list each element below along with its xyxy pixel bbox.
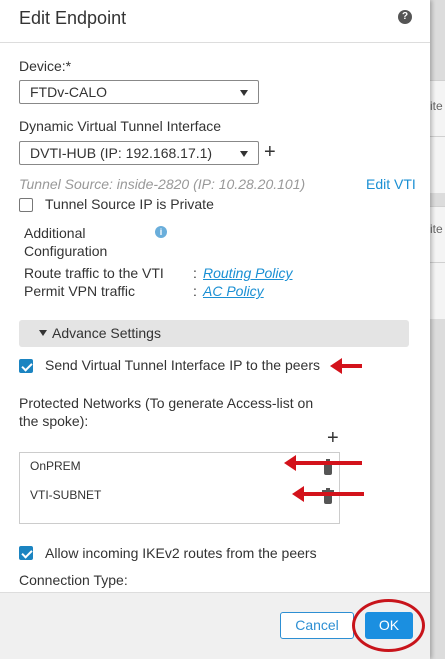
background-row [430,136,445,193]
dvti-select-value: DVTI-HUB (IP: 192.168.17.1) [30,145,213,161]
allow-ikev2-checkbox[interactable] [19,546,33,560]
additional-config-title: Additional [24,225,86,241]
chevron-down-icon [240,90,248,96]
background-text: ite [430,222,443,236]
allow-ikev2-label: Allow incoming IKEv2 routes from the pee… [45,545,317,561]
connection-type-label: Connection Type: [19,572,128,588]
routing-policy-link[interactable]: Routing Policy [203,265,293,281]
permit-vpn-label: Permit VPN traffic [24,283,135,299]
tunnel-source-private-checkbox[interactable] [19,198,33,212]
tunnel-source-hint: Tunnel Source: inside-2820 (IP: 10.28.20… [19,176,306,192]
list-item: OnPREM [30,459,81,473]
tunnel-source-private-label: Tunnel Source IP is Private [45,196,214,212]
send-vti-ip-checkbox[interactable] [19,359,33,373]
background-text: ite [430,99,443,113]
route-traffic-separator: : [193,265,197,281]
annotation-arrow [330,358,362,374]
cancel-button[interactable]: Cancel [280,612,354,639]
list-item: VTI-SUBNET [30,488,102,502]
routing-policy-container: Routing Policy [203,265,293,281]
chevron-down-icon [39,330,47,336]
dvti-label: Dynamic Virtual Tunnel Interface [19,118,222,134]
add-network-icon[interactable]: + [327,428,339,448]
route-traffic-label: Route traffic to the VTI [24,265,164,281]
edit-endpoint-dialog: Edit Endpoint ? Device:* FTDv-CALO Dynam… [0,0,430,659]
device-select[interactable]: FTDv-CALO [19,80,259,104]
annotation-arrow [284,455,362,471]
dialog-title: Edit Endpoint [19,8,127,28]
advance-settings-toggle[interactable]: Advance Settings [19,320,409,347]
permit-vpn-separator: : [193,283,197,299]
dialog-header: Edit Endpoint ? [0,0,430,43]
ac-policy-container: AC Policy [203,283,264,299]
ac-policy-link[interactable]: AC Policy [203,283,264,299]
add-dvti-icon[interactable]: + [264,142,276,162]
additional-config-title-2: Configuration [24,243,108,259]
background-row [430,262,445,319]
protected-networks-label: Protected Networks (To generate Access-l… [19,395,314,411]
dvti-select[interactable]: DVTI-HUB (IP: 192.168.17.1) [19,141,259,165]
device-select-value: FTDv-CALO [30,84,107,100]
protected-networks-label-2: the spoke): [19,413,89,429]
send-vti-ip-label: Send Virtual Tunnel Interface IP to the … [45,357,320,373]
advance-settings-label: Advance Settings [52,325,161,341]
help-icon[interactable]: ? [398,10,412,24]
annotation-circle [352,599,425,652]
chevron-down-icon [240,151,248,157]
device-label: Device:* [19,58,72,74]
info-icon[interactable]: i [155,226,167,238]
edit-vti-link[interactable]: Edit VTI [366,176,416,192]
annotation-arrow [292,486,364,502]
